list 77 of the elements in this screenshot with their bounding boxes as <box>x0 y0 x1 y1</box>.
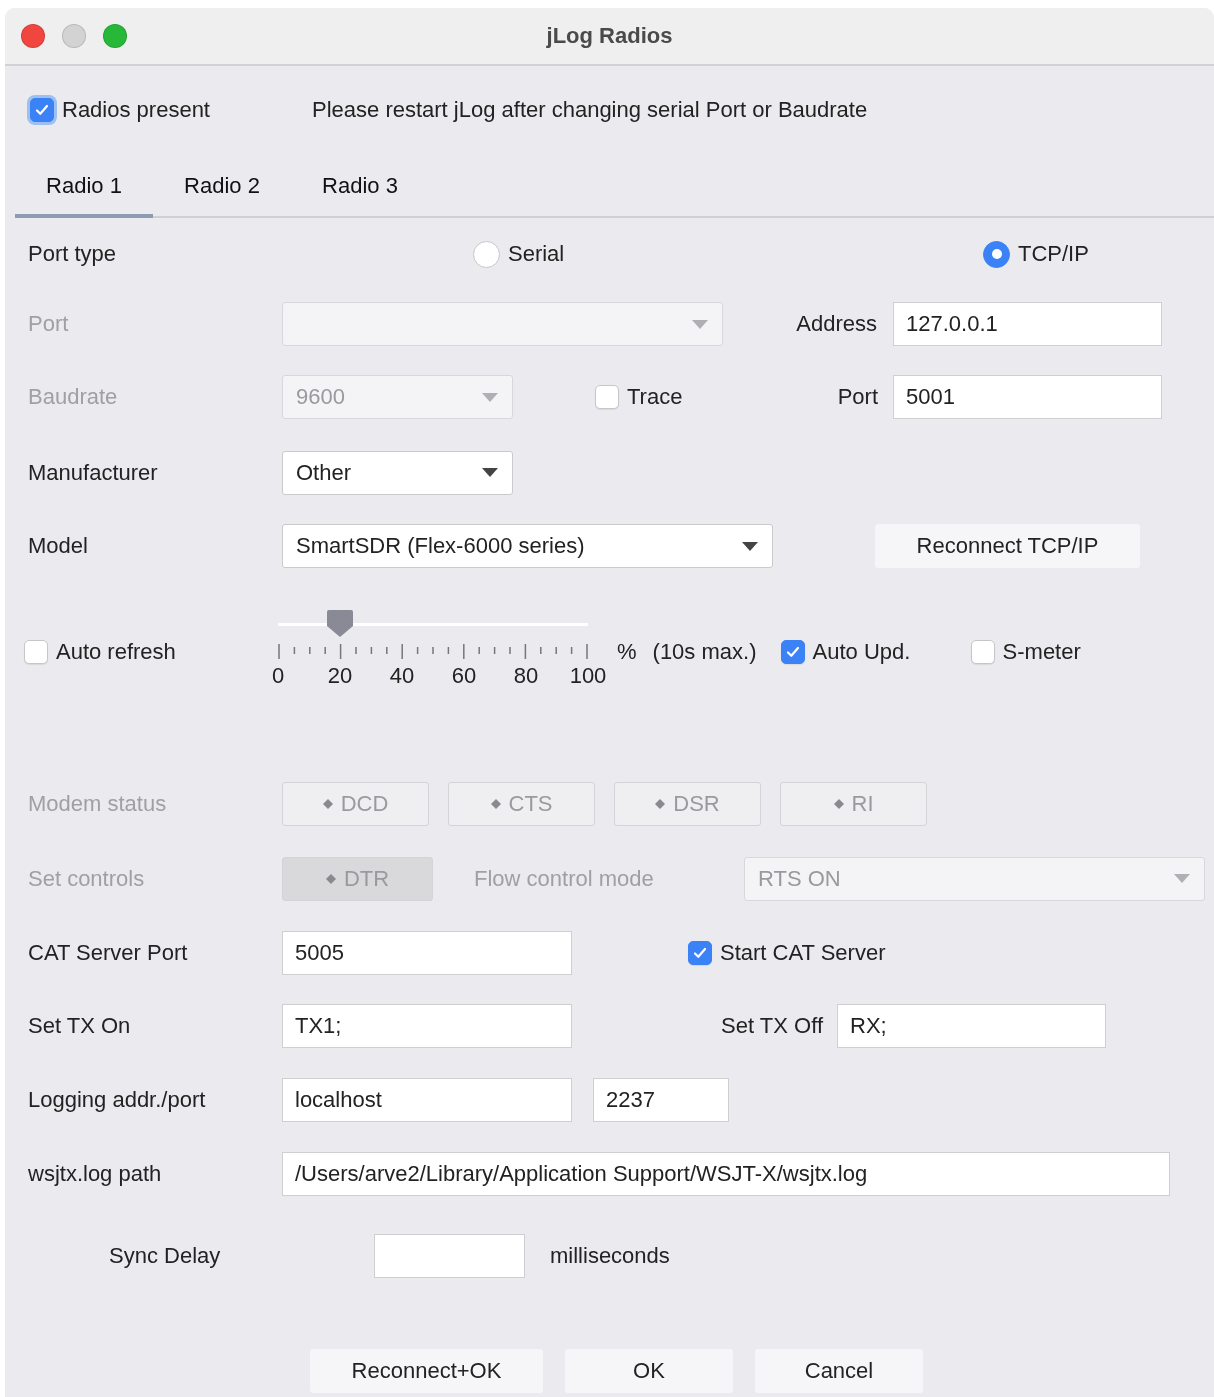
input-field[interactable]: 5005 <box>282 930 572 975</box>
checkbox-label: Radios present <box>62 97 210 123</box>
radio-label: TCP/IP <box>1018 241 1089 267</box>
caret-icon <box>692 319 708 329</box>
caret-icon <box>482 392 498 402</box>
scale-label: 20 <box>327 663 353 689</box>
scale-label: 60 <box>451 663 477 689</box>
field-label: Port <box>28 311 69 337</box>
scale-label: 80 <box>513 663 539 689</box>
reconnect-button[interactable]: Reconnect TCP/IP <box>875 524 1140 568</box>
input-field[interactable]: 5001 <box>893 375 1162 419</box>
checkbox-label: Trace <box>627 384 683 410</box>
input-field[interactable]: TX1; <box>282 1004 572 1048</box>
field-label: Manufacturer <box>28 459 158 486</box>
checkbox-label: Start CAT Server <box>720 939 886 966</box>
diamond-icon <box>833 799 844 809</box>
checkmark-icon <box>34 102 50 118</box>
slider-thumb[interactable] <box>327 610 353 638</box>
radio-button[interactable] <box>473 240 500 268</box>
field-label: Baudrate <box>28 384 118 410</box>
field-label: Logging addr./port <box>28 1087 206 1113</box>
unit-label: milliseconds <box>550 1243 670 1269</box>
scale-label: 100 <box>569 663 607 689</box>
checkbox-label: Auto refresh <box>56 639 176 665</box>
window-title: jLog Radios <box>546 23 673 48</box>
caret-icon <box>742 541 758 551</box>
scale-label: 40 <box>389 663 415 689</box>
caret-icon <box>1174 874 1190 883</box>
hint-text: (10s max.) <box>652 639 757 665</box>
input-field[interactable] <box>374 1234 525 1278</box>
checkbox[interactable] <box>24 640 48 664</box>
input-field[interactable]: 127.0.0.1 <box>893 302 1162 346</box>
field-label: Set controls <box>28 865 145 892</box>
dropdown[interactable]: SmartSDR (Flex-6000 series) <box>282 524 773 568</box>
radio-label: Serial <box>508 241 565 267</box>
unit-label: % <box>617 639 637 665</box>
radio-button[interactable] <box>983 240 1010 268</box>
tab[interactable]: Radio 2 <box>153 154 291 218</box>
checkbox[interactable] <box>970 640 995 664</box>
field-label: Modem status <box>28 791 167 817</box>
diamond-icon <box>655 799 666 809</box>
dialog-button[interactable]: Cancel <box>755 1349 923 1393</box>
field-label: Sync Delay <box>109 1243 221 1269</box>
dialog-button[interactable]: OK <box>565 1349 733 1393</box>
dialog-button[interactable]: Reconnect+OK <box>310 1349 543 1393</box>
minimize-icon[interactable] <box>62 24 86 48</box>
field-label: Address <box>796 311 877 337</box>
field-label: Model <box>28 533 88 559</box>
field-label: Port <box>837 384 878 410</box>
notice-text: Please restart jLog after changing serial Port or Baudrate <box>312 97 868 123</box>
input-field[interactable]: localhost <box>282 1078 572 1122</box>
checkbox[interactable] <box>595 385 619 409</box>
field-label: Port type <box>28 241 117 267</box>
scale-label: 0 <box>271 663 285 689</box>
checkbox[interactable] <box>30 98 54 122</box>
field-label: Flow control mode <box>474 865 654 892</box>
dropdown[interactable]: Other <box>282 450 513 495</box>
diamond-icon <box>325 873 336 884</box>
input-field[interactable]: RX; <box>837 1004 1106 1048</box>
field-label: CAT Server Port <box>28 939 188 966</box>
tab[interactable]: Radio 1 <box>15 154 153 218</box>
field-label: Set TX On <box>28 1013 131 1039</box>
checkbox[interactable] <box>688 940 712 965</box>
caret-icon <box>482 468 498 477</box>
checkbox-label: S-meter <box>1002 639 1081 665</box>
checkbox[interactable] <box>780 640 805 664</box>
tab[interactable]: Radio 3 <box>291 154 429 218</box>
input-field[interactable]: 2237 <box>593 1078 729 1122</box>
diamond-icon <box>322 799 333 809</box>
diamond-icon <box>490 799 501 809</box>
checkbox-label: Auto Upd. <box>812 639 911 665</box>
close-icon[interactable] <box>21 24 45 48</box>
field-label: Set TX Off <box>721 1013 823 1039</box>
zoom-icon[interactable] <box>103 24 127 48</box>
input-field[interactable]: /Users/arve2/Library/Application Support/WSJT-X/wsjtx.log <box>282 1152 1170 1196</box>
checkmark-icon <box>784 644 801 660</box>
field-label: wsjtx.log path <box>28 1161 162 1187</box>
